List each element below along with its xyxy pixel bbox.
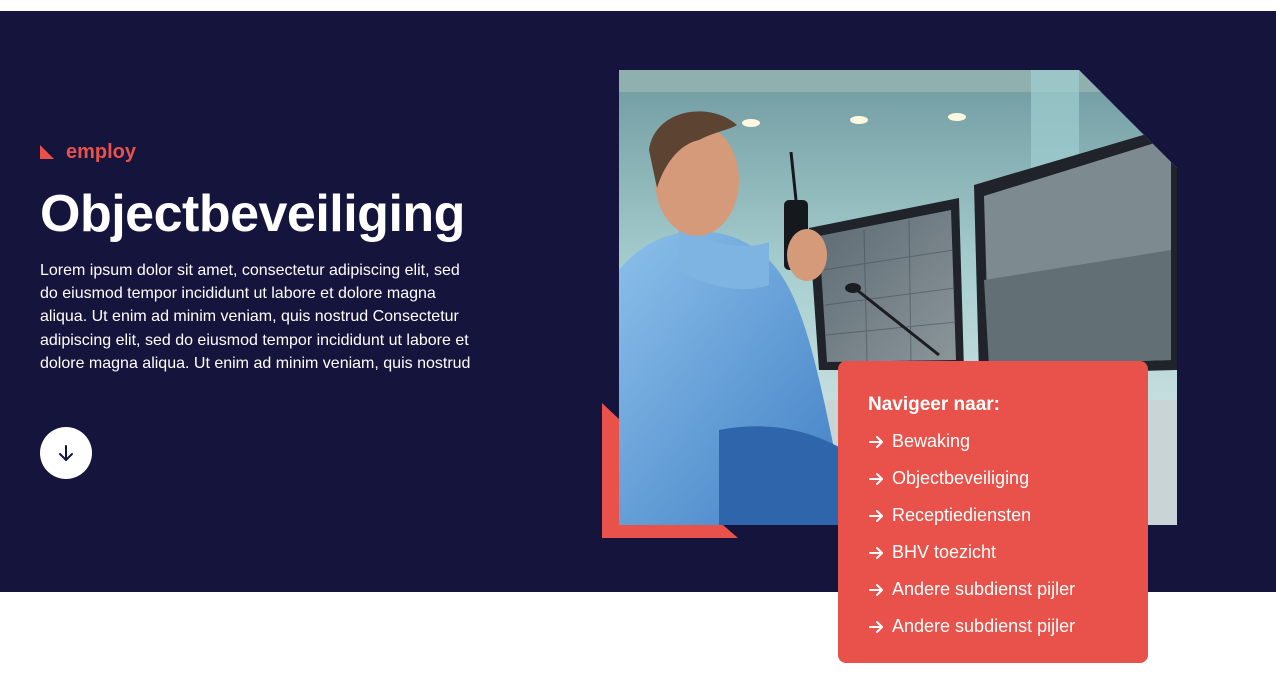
page: employ Objectbeveiliging Lorem ipsum dol… (0, 0, 1276, 677)
page-title: Objectbeveiliging (40, 185, 465, 243)
nav-link-label: Andere subdienst pijler (892, 579, 1076, 599)
nav-link-label: Andere subdienst pijler (892, 616, 1076, 636)
arrow-right-icon (869, 472, 883, 485)
nav-link-label: BHV toezicht (892, 542, 997, 562)
nav-link-receptiediensten[interactable]: Receptiediensten (868, 497, 1148, 534)
navigation-card: Navigeer naar: Bewaking Objectbeveiligin… (838, 361, 1148, 663)
scroll-down-button[interactable] (40, 427, 92, 479)
nav-link-andere-subdienst-pijler[interactable]: Andere subdienst pijler (868, 608, 1148, 645)
navigation-list: Bewaking Objectbeveiliging Receptiediens… (868, 423, 1148, 645)
brand[interactable]: employ (40, 142, 136, 162)
arrow-right-icon (869, 509, 883, 522)
arrow-right-icon (869, 583, 883, 596)
nav-link-andere-subdienst-pijler[interactable]: Andere subdienst pijler (868, 571, 1148, 608)
arrow-right-icon (869, 620, 883, 633)
nav-link-objectbeveiliging[interactable]: Objectbeveiliging (868, 460, 1148, 497)
nav-link-label: Objectbeveiliging (892, 468, 1030, 488)
arrow-right-icon (869, 546, 883, 559)
arrow-right-icon (869, 435, 883, 448)
nav-link-bhv-toezicht[interactable]: BHV toezicht (868, 534, 1148, 571)
arrow-down-icon (59, 445, 73, 461)
nav-link-label: Bewaking (892, 431, 971, 451)
nav-link-label: Receptiediensten (892, 505, 1032, 525)
navigation-heading: Navigeer naar: (868, 394, 1001, 415)
hero-description: Lorem ipsum dolor sit amet, consectetur … (40, 262, 471, 372)
brand-logo-icon (40, 145, 54, 159)
nav-link-bewaking[interactable]: Bewaking (868, 423, 1148, 460)
brand-name: employ (66, 141, 137, 163)
